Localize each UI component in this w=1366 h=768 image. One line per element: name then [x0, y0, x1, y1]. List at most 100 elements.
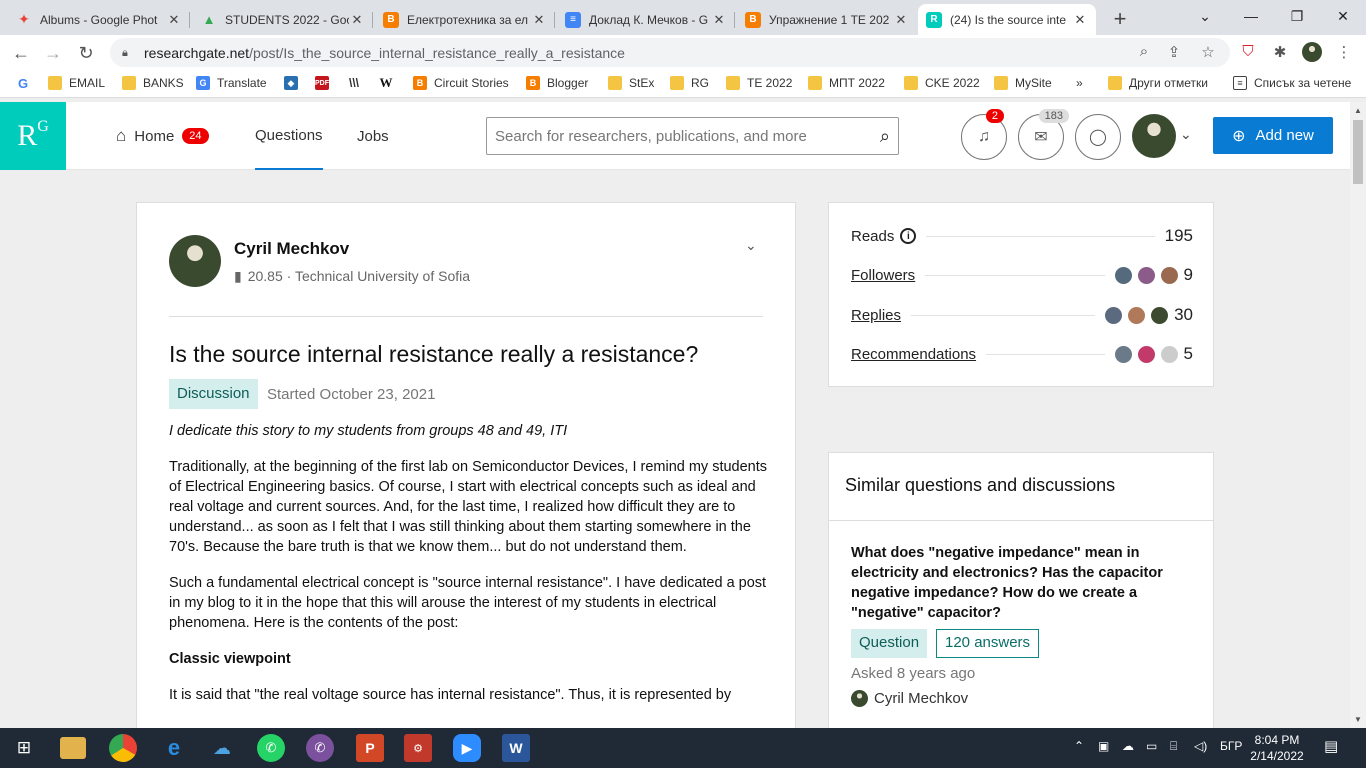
shield-icon[interactable]: ⛉ — [1238, 43, 1258, 60]
follower-avatar[interactable] — [1114, 266, 1132, 284]
close-icon[interactable]: ✕ — [1072, 12, 1088, 28]
language-indicator[interactable]: БГР — [1220, 739, 1242, 753]
recommender-avatar[interactable] — [1160, 345, 1178, 363]
tab-search-chevron-icon[interactable]: ⌄ — [1182, 0, 1228, 32]
bookmark-reading-list[interactable]: ≡ Списък за четене — [1233, 76, 1351, 90]
reload-icon[interactable]: ↻ — [74, 41, 98, 65]
browser-tab-albums[interactable]: ✦ Albums - Google Phot ✕ — [8, 4, 190, 35]
new-tab-button[interactable]: + — [1108, 6, 1132, 32]
bookmark-blogger[interactable]: B Blogger — [526, 76, 588, 90]
bookmark-rg[interactable]: RG — [670, 76, 709, 90]
close-icon[interactable]: ✕ — [349, 12, 365, 28]
network-icon[interactable]: ⌸ — [1170, 739, 1177, 754]
back-arrow-icon[interactable]: ← — [9, 41, 33, 65]
chrome-icon[interactable] — [109, 734, 137, 762]
browser-tab-students[interactable]: ▲ STUDENTS 2022 - Goo ✕ — [193, 4, 373, 35]
window-close-icon[interactable]: ✕ — [1320, 0, 1366, 32]
browser-tab-uprazhnenie[interactable]: B Упражнение 1 ТЕ 202 ✕ — [737, 4, 917, 35]
recommender-avatar[interactable] — [1114, 345, 1132, 363]
bookmark-stacks[interactable]: \\\ — [347, 76, 368, 90]
restore-icon[interactable]: ❐ — [1274, 0, 1320, 32]
nav-home[interactable]: ⌂ Home 24 — [116, 102, 209, 170]
nav-jobs[interactable]: Jobs — [357, 102, 389, 170]
close-icon[interactable]: ✕ — [166, 12, 182, 28]
replier-avatar[interactable] — [1105, 306, 1123, 324]
browser-tab-electrotech[interactable]: B Електротехника за ел ✕ — [375, 4, 555, 35]
follower-avatar[interactable] — [1160, 266, 1178, 284]
add-new-button[interactable]: ⊕ Add new — [1213, 117, 1333, 154]
zoom-icon[interactable]: ⌕ — [1134, 43, 1154, 60]
recommendations-link[interactable]: Recommendations — [851, 346, 976, 363]
similar-question-link[interactable]: What does "negative impedance" mean in e… — [851, 543, 1181, 623]
scrollbar-thumb[interactable] — [1353, 120, 1363, 184]
address-bar[interactable]: 🔒︎ researchgate.net/post/Is_the_source_i… — [110, 38, 1230, 67]
researchgate-logo[interactable]: RG — [0, 102, 66, 170]
user-avatar[interactable] — [1132, 114, 1176, 158]
bookmark-mysite[interactable]: MySite — [994, 76, 1052, 90]
author-name[interactable]: Cyril Mechkov — [234, 239, 349, 259]
powerpoint-icon[interactable]: P — [356, 734, 384, 762]
viber-icon[interactable]: ✆ — [306, 734, 334, 762]
system-clock[interactable]: 8:04 PM 2/14/2022 — [1246, 732, 1308, 764]
tray-app-icon[interactable]: ▣ — [1098, 739, 1109, 753]
word-icon[interactable]: W — [502, 734, 530, 762]
chevron-down-icon[interactable]: ⌄ — [1180, 126, 1192, 143]
onedrive-icon[interactable]: ☁ — [1122, 739, 1134, 753]
cloud-mail-icon[interactable]: ☁ — [208, 734, 236, 762]
follower-avatar[interactable] — [1137, 266, 1155, 284]
notifications-center-icon[interactable]: ▤ — [1324, 737, 1338, 755]
bookmark-cke-2022[interactable]: CKE 2022 — [904, 76, 980, 90]
bookmark-pdf[interactable]: PDF — [315, 76, 336, 90]
scroll-up-icon[interactable]: ▲ — [1354, 106, 1362, 115]
notifications-button[interactable]: ♫ 2 — [961, 109, 1007, 160]
close-icon[interactable]: ✕ — [893, 12, 909, 28]
chevron-down-icon[interactable]: ⌄ — [745, 237, 757, 254]
followers-link[interactable]: Followers — [851, 267, 915, 284]
bookmark-circuit-stories[interactable]: B Circuit Stories — [413, 76, 509, 90]
close-icon[interactable]: ✕ — [531, 12, 547, 28]
author-avatar[interactable] — [169, 235, 221, 287]
bookmark-te-2022[interactable]: TE 2022 — [726, 76, 792, 90]
menu-kebab-icon[interactable]: ⋮ — [1334, 43, 1354, 61]
app-icon[interactable]: ⚙ — [404, 734, 432, 762]
replier-avatar[interactable] — [1128, 306, 1146, 324]
bookmarks-overflow-button[interactable]: » — [1076, 76, 1083, 90]
windows-start-icon[interactable]: ⊞ — [10, 734, 38, 762]
chat-button[interactable]: ◯ — [1075, 114, 1121, 160]
bookmark-cube[interactable]: ◆ — [284, 76, 305, 90]
bookmark-translate[interactable]: G Translate — [196, 76, 267, 90]
replies-link[interactable]: Replies — [851, 307, 901, 324]
browser-tab-doklad[interactable]: ≡ Доклад К. Мечков - G ✕ — [557, 4, 735, 35]
whatsapp-icon[interactable]: ✆ — [257, 734, 285, 762]
messages-button[interactable]: ✉ 183 — [1018, 109, 1069, 160]
bookmark-wikipedia[interactable]: W — [379, 75, 400, 90]
scroll-down-icon[interactable]: ▼ — [1354, 715, 1362, 724]
search-input[interactable]: Search for researchers, publications, an… — [486, 117, 899, 155]
answers-count-badge[interactable]: 120 answers — [936, 629, 1040, 658]
bookmark-other[interactable]: Други отметки — [1108, 76, 1208, 90]
bookmark-star-icon[interactable]: ☆ — [1198, 43, 1218, 61]
forward-arrow-icon[interactable]: → — [41, 41, 65, 65]
search-icon[interactable]: ⌕ — [880, 126, 890, 147]
similar-author[interactable]: Cyril Mechkov — [851, 690, 968, 707]
nav-questions[interactable]: Questions — [255, 102, 323, 170]
minimize-icon[interactable]: — — [1228, 0, 1274, 32]
info-icon[interactable]: i — [900, 228, 917, 244]
close-icon[interactable]: ✕ — [711, 12, 727, 28]
file-explorer-icon[interactable] — [60, 737, 86, 759]
bookmark-mpt-2022[interactable]: МПТ 2022 — [808, 76, 885, 90]
battery-icon[interactable]: ▭ — [1146, 739, 1157, 753]
bookmark-banks[interactable]: BANKS — [122, 76, 184, 90]
share-icon[interactable]: ⇪ — [1164, 43, 1184, 61]
bookmark-google[interactable]: G — [16, 76, 37, 91]
tray-chevron-up-icon[interactable]: ⌃ — [1074, 739, 1084, 753]
page-scrollbar[interactable]: ▲ ▼ — [1350, 102, 1366, 728]
bookmark-email[interactable]: EMAIL — [48, 76, 105, 90]
bookmark-stex[interactable]: StEx — [608, 76, 654, 90]
profile-avatar[interactable] — [1302, 42, 1322, 62]
extensions-puzzle-icon[interactable]: ✱ — [1270, 43, 1290, 61]
browser-tab-researchgate[interactable]: R (24) Is the source inte ✕ — [918, 4, 1096, 35]
zoom-app-icon[interactable]: ▶ — [453, 734, 481, 762]
edge-icon[interactable]: e — [160, 734, 188, 762]
recommender-avatar[interactable] — [1137, 345, 1155, 363]
